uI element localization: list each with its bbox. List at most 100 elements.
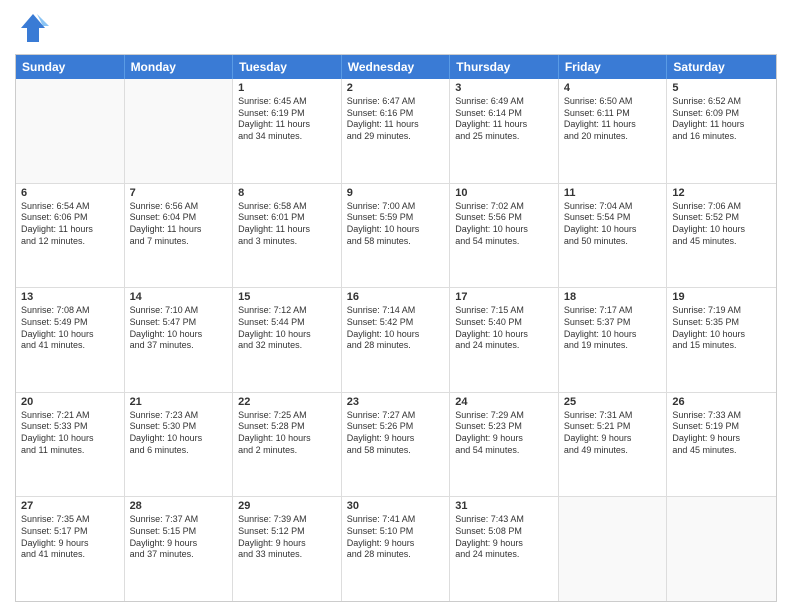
cell-info-line: Sunset: 5:17 PM — [21, 526, 119, 538]
cell-info-line: Sunrise: 7:31 AM — [564, 410, 662, 422]
day-cell-empty-4-5 — [559, 497, 668, 601]
day-cell-12: 12Sunrise: 7:06 AMSunset: 5:52 PMDayligh… — [667, 184, 776, 288]
day-number: 30 — [347, 500, 445, 512]
cell-info-line: and 6 minutes. — [130, 445, 228, 457]
day-cell-29: 29Sunrise: 7:39 AMSunset: 5:12 PMDayligh… — [233, 497, 342, 601]
logo — [15, 10, 55, 46]
cell-info-line: Sunrise: 7:23 AM — [130, 410, 228, 422]
day-number: 26 — [672, 396, 771, 408]
header-day-monday: Monday — [125, 55, 234, 79]
cell-info-line: Sunrise: 6:47 AM — [347, 96, 445, 108]
day-number: 5 — [672, 82, 771, 94]
cell-info-line: Daylight: 11 hours — [21, 224, 119, 236]
day-number: 19 — [672, 291, 771, 303]
cell-info-line: Daylight: 10 hours — [455, 224, 553, 236]
day-number: 28 — [130, 500, 228, 512]
day-number: 4 — [564, 82, 662, 94]
day-cell-18: 18Sunrise: 7:17 AMSunset: 5:37 PMDayligh… — [559, 288, 668, 392]
week-row-2: 13Sunrise: 7:08 AMSunset: 5:49 PMDayligh… — [16, 288, 776, 393]
cell-info-line: and 37 minutes. — [130, 340, 228, 352]
day-cell-7: 7Sunrise: 6:56 AMSunset: 6:04 PMDaylight… — [125, 184, 234, 288]
day-cell-11: 11Sunrise: 7:04 AMSunset: 5:54 PMDayligh… — [559, 184, 668, 288]
day-number: 17 — [455, 291, 553, 303]
day-number: 31 — [455, 500, 553, 512]
day-number: 29 — [238, 500, 336, 512]
cell-info-line: and 16 minutes. — [672, 131, 771, 143]
cell-info-line: Sunset: 5:28 PM — [238, 421, 336, 433]
day-number: 9 — [347, 187, 445, 199]
cell-info-line: Daylight: 10 hours — [455, 329, 553, 341]
day-number: 10 — [455, 187, 553, 199]
cell-info-line: Sunrise: 7:21 AM — [21, 410, 119, 422]
cell-info-line: Sunset: 5:21 PM — [564, 421, 662, 433]
day-number: 6 — [21, 187, 119, 199]
cell-info-line: and 2 minutes. — [238, 445, 336, 457]
day-cell-30: 30Sunrise: 7:41 AMSunset: 5:10 PMDayligh… — [342, 497, 451, 601]
cell-info-line: Sunset: 6:04 PM — [130, 212, 228, 224]
cell-info-line: Sunset: 5:44 PM — [238, 317, 336, 329]
cell-info-line: Sunset: 6:06 PM — [21, 212, 119, 224]
cell-info-line: Sunset: 5:33 PM — [21, 421, 119, 433]
day-cell-4: 4Sunrise: 6:50 AMSunset: 6:11 PMDaylight… — [559, 79, 668, 183]
cell-info-line: Daylight: 9 hours — [347, 538, 445, 550]
cell-info-line: Sunrise: 6:52 AM — [672, 96, 771, 108]
cell-info-line: Sunrise: 6:56 AM — [130, 201, 228, 213]
cell-info-line: Sunset: 5:08 PM — [455, 526, 553, 538]
cell-info-line: Sunrise: 6:49 AM — [455, 96, 553, 108]
cell-info-line: and 24 minutes. — [455, 340, 553, 352]
day-number: 3 — [455, 82, 553, 94]
cell-info-line: and 37 minutes. — [130, 549, 228, 561]
cell-info-line: and 54 minutes. — [455, 236, 553, 248]
cell-info-line: Daylight: 10 hours — [672, 329, 771, 341]
calendar: SundayMondayTuesdayWednesdayThursdayFrid… — [15, 54, 777, 602]
day-cell-16: 16Sunrise: 7:14 AMSunset: 5:42 PMDayligh… — [342, 288, 451, 392]
cell-info-line: Sunset: 5:12 PM — [238, 526, 336, 538]
cell-info-line: Sunset: 6:09 PM — [672, 108, 771, 120]
cell-info-line: and 25 minutes. — [455, 131, 553, 143]
cell-info-line: Sunset: 5:52 PM — [672, 212, 771, 224]
cell-info-line: and 15 minutes. — [672, 340, 771, 352]
cell-info-line: and 29 minutes. — [347, 131, 445, 143]
cell-info-line: Sunrise: 7:10 AM — [130, 305, 228, 317]
cell-info-line: and 54 minutes. — [455, 445, 553, 457]
cell-info-line: Daylight: 11 hours — [238, 119, 336, 131]
day-cell-15: 15Sunrise: 7:12 AMSunset: 5:44 PMDayligh… — [233, 288, 342, 392]
cell-info-line: Daylight: 10 hours — [564, 329, 662, 341]
day-cell-1: 1Sunrise: 6:45 AMSunset: 6:19 PMDaylight… — [233, 79, 342, 183]
cell-info-line: and 20 minutes. — [564, 131, 662, 143]
cell-info-line: Daylight: 9 hours — [672, 433, 771, 445]
cell-info-line: Sunset: 5:26 PM — [347, 421, 445, 433]
cell-info-line: Sunrise: 7:29 AM — [455, 410, 553, 422]
day-number: 25 — [564, 396, 662, 408]
week-row-0: 1Sunrise: 6:45 AMSunset: 6:19 PMDaylight… — [16, 79, 776, 184]
header-day-tuesday: Tuesday — [233, 55, 342, 79]
day-number: 8 — [238, 187, 336, 199]
cell-info-line: and 34 minutes. — [238, 131, 336, 143]
cell-info-line: and 3 minutes. — [238, 236, 336, 248]
cell-info-line: Sunset: 6:16 PM — [347, 108, 445, 120]
cell-info-line: Sunrise: 7:14 AM — [347, 305, 445, 317]
day-cell-9: 9Sunrise: 7:00 AMSunset: 5:59 PMDaylight… — [342, 184, 451, 288]
cell-info-line: and 41 minutes. — [21, 549, 119, 561]
cell-info-line: Sunset: 5:42 PM — [347, 317, 445, 329]
cell-info-line: Daylight: 10 hours — [347, 224, 445, 236]
day-number: 2 — [347, 82, 445, 94]
page: SundayMondayTuesdayWednesdayThursdayFrid… — [0, 0, 792, 612]
cell-info-line: Daylight: 10 hours — [130, 329, 228, 341]
cell-info-line: Sunset: 5:56 PM — [455, 212, 553, 224]
cell-info-line: and 24 minutes. — [455, 549, 553, 561]
cell-info-line: Daylight: 9 hours — [238, 538, 336, 550]
cell-info-line: Daylight: 10 hours — [672, 224, 771, 236]
day-number: 27 — [21, 500, 119, 512]
cell-info-line: Sunset: 5:54 PM — [564, 212, 662, 224]
cell-info-line: and 41 minutes. — [21, 340, 119, 352]
cell-info-line: and 28 minutes. — [347, 549, 445, 561]
cell-info-line: and 32 minutes. — [238, 340, 336, 352]
day-number: 11 — [564, 187, 662, 199]
cell-info-line: Daylight: 10 hours — [238, 329, 336, 341]
cell-info-line: and 45 minutes. — [672, 445, 771, 457]
cell-info-line: Sunrise: 7:33 AM — [672, 410, 771, 422]
day-number: 7 — [130, 187, 228, 199]
cell-info-line: Daylight: 9 hours — [455, 433, 553, 445]
cell-info-line: Sunset: 5:35 PM — [672, 317, 771, 329]
